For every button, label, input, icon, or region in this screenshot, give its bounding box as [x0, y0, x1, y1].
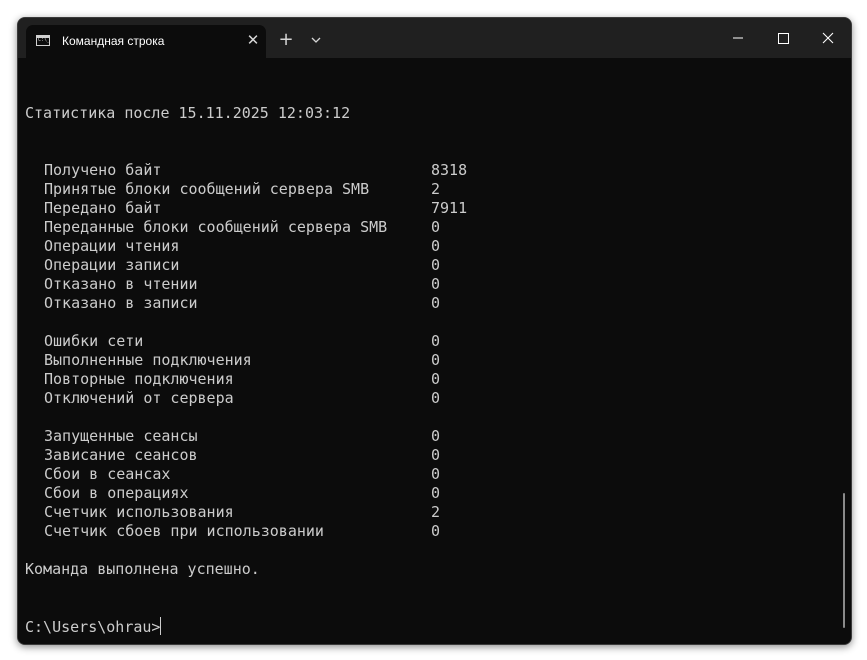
- stat-value: 0: [431, 237, 441, 255]
- stat-label: Счетчик использования: [44, 503, 234, 521]
- stat-value: 0: [431, 275, 441, 293]
- stat-value: 0: [431, 351, 441, 369]
- stat-label: Повторные подключения: [44, 370, 234, 388]
- stat-value: 0: [431, 389, 441, 407]
- stat-label: Операции чтения: [44, 237, 180, 255]
- title-bar[interactable]: Командная строка ✕ +: [18, 18, 851, 58]
- stat-value: 2: [431, 180, 441, 198]
- stat-value: 0: [431, 294, 441, 312]
- stat-value: 0: [431, 218, 441, 236]
- stat-label: Операции записи: [44, 256, 180, 274]
- scrollbar[interactable]: [843, 493, 845, 628]
- stat-label: Выполненные подключения: [44, 351, 252, 369]
- tab-title: Командная строка: [62, 34, 165, 48]
- stat-label: Сбои в сеансах: [44, 465, 171, 483]
- prompt-text: C:\Users\ohrau>: [25, 618, 161, 636]
- result-message: Команда выполнена успешно.: [25, 560, 260, 578]
- close-tab-icon[interactable]: ✕: [243, 30, 263, 50]
- command-prompt[interactable]: C:\Users\ohrau>: [25, 617, 162, 636]
- stats-header: Статистика после 15.11.2025 12:03:12: [25, 104, 351, 122]
- cmd-icon: [36, 35, 50, 46]
- stat-label: Отказано в чтении: [44, 275, 198, 293]
- stat-value: 0: [431, 332, 441, 350]
- stat-label: Сбои в операциях: [44, 484, 189, 502]
- stat-value: 0: [431, 522, 441, 540]
- stat-label: Зависание сеансов: [44, 446, 198, 464]
- stat-value: 8318: [431, 161, 468, 179]
- chevron-down-icon[interactable]: [307, 31, 325, 49]
- close-window-button[interactable]: [805, 18, 851, 58]
- stat-label: Получено байт: [44, 161, 162, 179]
- stat-value: 7911: [431, 199, 468, 217]
- minimize-button[interactable]: [715, 18, 761, 58]
- stat-value: 0: [431, 370, 441, 388]
- new-tab-button[interactable]: +: [276, 30, 296, 50]
- stat-label: Запущенные сеансы: [44, 427, 198, 445]
- stat-value: 0: [431, 465, 441, 483]
- text-cursor: [160, 617, 162, 635]
- stat-value: 0: [431, 484, 441, 502]
- terminal-window: Командная строка ✕ + Статистика п: [17, 17, 852, 645]
- stat-value: 0: [431, 446, 441, 464]
- maximize-button[interactable]: [760, 18, 806, 58]
- stat-label: Счетчик сбоев при использовании: [44, 522, 324, 540]
- terminal-output[interactable]: Статистика после 15.11.2025 12:03:12 Пол…: [18, 58, 851, 644]
- stat-label: Передано байт: [44, 199, 162, 217]
- stat-value: 0: [431, 427, 441, 445]
- stat-value: 2: [431, 503, 441, 521]
- stat-label: Отключений от сервера: [44, 389, 234, 407]
- tab-command-prompt[interactable]: Командная строка ✕: [26, 25, 266, 58]
- stat-value: 0: [431, 256, 441, 274]
- stat-label: Отказано в записи: [44, 294, 198, 312]
- stat-label: Переданные блоки сообщений сервера SMB: [44, 218, 388, 236]
- stat-label: Принятые блоки сообщений сервера SMB: [44, 180, 370, 198]
- stat-label: Ошибки сети: [44, 332, 144, 350]
